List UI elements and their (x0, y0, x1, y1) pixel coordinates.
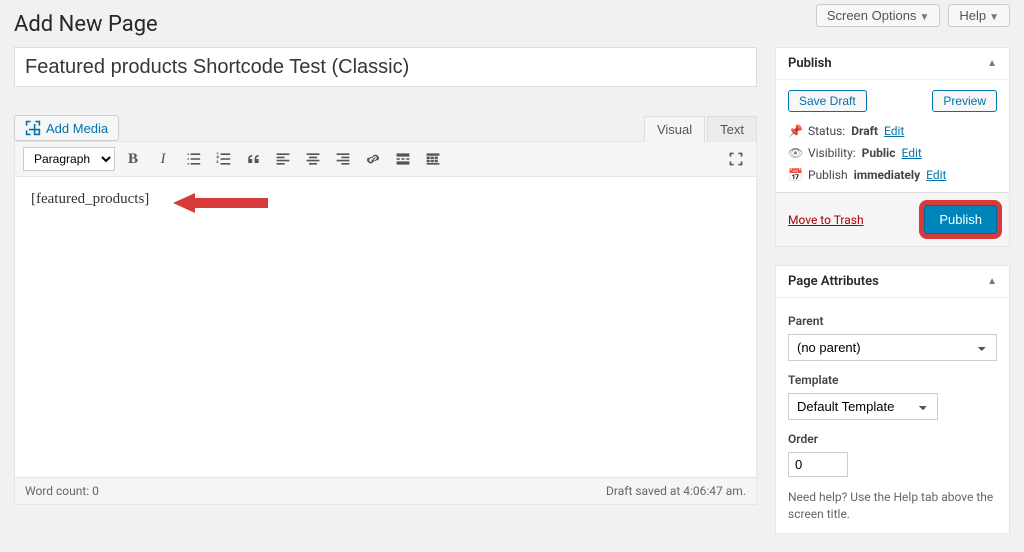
pin-icon: 📌 (788, 124, 802, 138)
preview-button[interactable]: Preview (932, 90, 997, 112)
collapse-icon: ▲ (987, 58, 997, 69)
italic-button[interactable]: I (151, 147, 175, 171)
order-input[interactable] (788, 452, 848, 477)
numbered-list-button[interactable] (211, 147, 235, 171)
word-count: Word count: 0 (25, 484, 99, 498)
move-to-trash-link[interactable]: Move to Trash (788, 213, 864, 227)
screen-meta-links: Screen Options▼ Help▼ (816, 4, 1010, 27)
add-media-button[interactable]: Add Media (14, 115, 119, 141)
edit-schedule-link[interactable]: Edit (926, 168, 946, 182)
main-column: Add Media Visual Text Paragraph B I (14, 47, 757, 552)
side-column: Publish ▲ Save Draft Preview 📌 Status: D… (775, 47, 1010, 552)
tab-visual[interactable]: Visual (644, 116, 705, 142)
autosave-info: Draft saved at 4:06:47 am. (606, 484, 746, 498)
calendar-icon: 📅 (788, 168, 802, 182)
edit-status-link[interactable]: Edit (884, 124, 904, 138)
align-right-button[interactable] (331, 147, 355, 171)
page-attributes-metabox: Page Attributes ▲ Parent (no parent) Tem… (775, 265, 1010, 534)
fullscreen-button[interactable] (724, 147, 748, 171)
editor-toolbar: Paragraph B I (15, 142, 756, 177)
template-select[interactable]: Default Template (788, 393, 938, 420)
bullet-list-button[interactable] (181, 147, 205, 171)
blockquote-button[interactable] (241, 147, 265, 171)
tab-text[interactable]: Text (707, 116, 757, 142)
chevron-down-icon: ▼ (919, 12, 929, 23)
media-icon (25, 120, 41, 136)
editor-frame: Paragraph B I [featured_products] (14, 141, 757, 505)
schedule-line: 📅 Publish immediately Edit (788, 168, 997, 182)
parent-label: Parent (788, 314, 997, 328)
page-attributes-header[interactable]: Page Attributes ▲ (776, 266, 1009, 298)
save-draft-button[interactable]: Save Draft (788, 90, 867, 112)
status-line: 📌 Status: Draft Edit (788, 124, 997, 138)
parent-select[interactable]: (no parent) (788, 334, 997, 361)
edit-visibility-link[interactable]: Edit (901, 146, 921, 160)
chevron-down-icon: ▼ (989, 12, 999, 23)
link-button[interactable] (361, 147, 385, 171)
align-left-button[interactable] (271, 147, 295, 171)
publish-button[interactable]: Publish (924, 205, 997, 234)
editor-tabs: Visual Text (642, 116, 757, 142)
shortcode-text: [featured_products] (31, 191, 149, 207)
visibility-line: 👁 Visibility: Public Edit (788, 146, 997, 160)
attributes-help-text: Need help? Use the Help tab above the sc… (788, 489, 997, 523)
format-select[interactable]: Paragraph (23, 147, 115, 171)
editor-content[interactable]: [featured_products] (15, 177, 756, 477)
annotation-arrow-icon (173, 191, 268, 215)
toolbar-toggle-button[interactable] (421, 147, 445, 171)
post-title-input[interactable] (14, 47, 757, 87)
screen-options-button[interactable]: Screen Options▼ (816, 4, 941, 27)
collapse-icon: ▲ (987, 276, 997, 287)
eye-icon: 👁 (788, 146, 802, 160)
editor-statusbar: Word count: 0 Draft saved at 4:06:47 am. (15, 477, 756, 504)
order-label: Order (788, 432, 997, 446)
help-button[interactable]: Help▼ (948, 4, 1010, 27)
publish-header[interactable]: Publish ▲ (776, 48, 1009, 80)
insert-more-button[interactable] (391, 147, 415, 171)
bold-button[interactable]: B (121, 147, 145, 171)
align-center-button[interactable] (301, 147, 325, 171)
template-label: Template (788, 373, 997, 387)
publish-metabox: Publish ▲ Save Draft Preview 📌 Status: D… (775, 47, 1010, 247)
